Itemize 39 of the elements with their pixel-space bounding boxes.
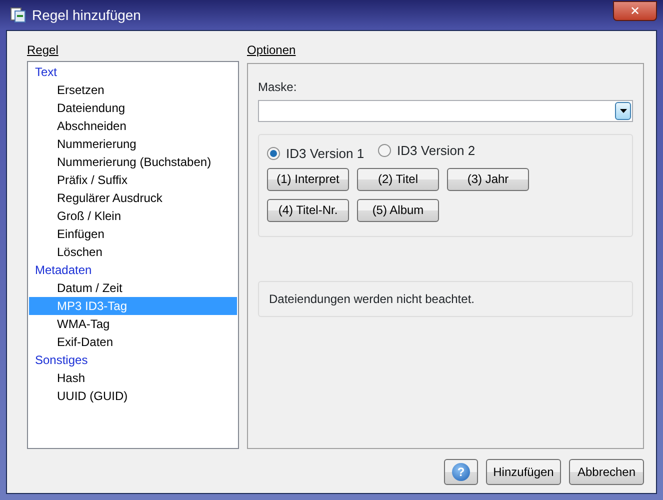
dialog-button[interactable]: Hinzufügen	[486, 459, 561, 485]
caret-icon	[620, 109, 626, 113]
radio-label: ID3 Version 2	[397, 142, 476, 160]
dialog-button[interactable]: Abbrechen	[569, 459, 644, 485]
close-button[interactable]: ✕	[613, 1, 657, 21]
list-item[interactable]: Präfix / Suffix	[29, 171, 237, 189]
category-label[interactable]: Text	[29, 63, 237, 81]
list-item[interactable]: Hash	[29, 369, 237, 387]
list-item[interactable]: UUID (GUID)	[29, 387, 237, 405]
list-item[interactable]: Datum / Zeit	[29, 279, 237, 297]
radio-button[interactable]	[378, 144, 392, 158]
window-title: Regel hinzufügen	[32, 6, 141, 25]
radio-label: ID3 Version 1	[286, 145, 364, 163]
list-item[interactable]: Abschneiden	[29, 117, 237, 135]
section-label: Regel	[27, 42, 60, 59]
list-item[interactable]: Dateiendung	[29, 99, 237, 117]
tag-button[interactable]: (3) Jahr	[447, 168, 529, 190]
dropdown-button[interactable]	[615, 102, 631, 120]
list-item[interactable]: Exif-Daten	[29, 333, 237, 351]
list-item[interactable]: WMA-Tag	[29, 315, 237, 333]
category-label[interactable]: Sonstiges	[29, 351, 237, 369]
app-icon	[10, 7, 26, 23]
list-item[interactable]: Regulärer Ausdruck	[29, 189, 237, 207]
category-label[interactable]: Metadaten	[29, 261, 237, 279]
tag-button[interactable]: (5) Album	[357, 198, 439, 222]
list-item[interactable]: Ersetzen	[29, 81, 237, 99]
tag-button[interactable]: (1) Interpret	[267, 168, 349, 190]
tag-button[interactable]: (4) Titel-Nr.	[267, 198, 349, 222]
section-label: Optionen	[247, 42, 297, 59]
help-icon: ?	[452, 463, 470, 481]
hint-text: Dateiendungen werden nicht beachtet.	[258, 280, 633, 316]
tag-button[interactable]: (2) Titel	[357, 168, 439, 190]
list-item[interactable]: Nummerierung (Buchstaben)	[29, 153, 237, 171]
list-item[interactable]: Löschen	[29, 243, 237, 261]
field-label: Maske:	[258, 79, 298, 96]
list-item[interactable]: Nummerierung	[29, 135, 237, 153]
list-item[interactable]: Groß / Klein	[29, 207, 237, 225]
radio-button[interactable]	[267, 147, 280, 160]
list-item[interactable]: Einfügen	[29, 225, 237, 243]
